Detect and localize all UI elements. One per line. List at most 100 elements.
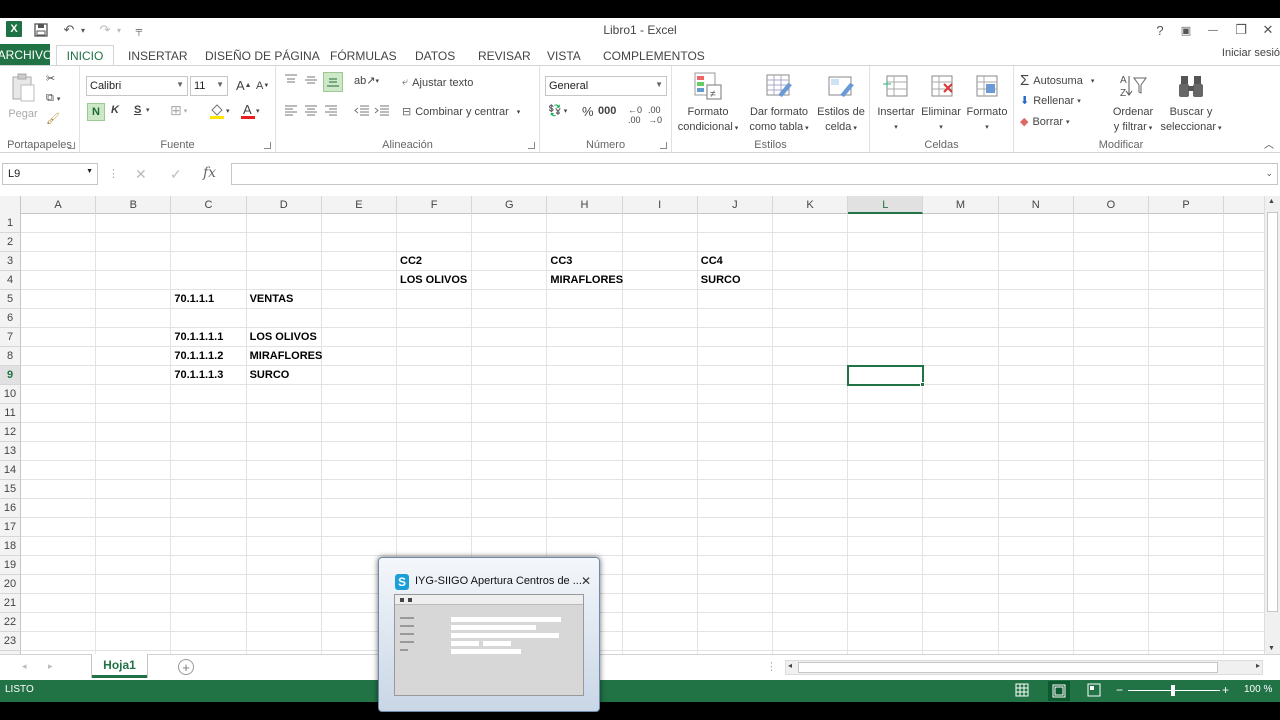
column-header-d[interactable]: D: [247, 196, 322, 214]
align-left-icon[interactable]: [284, 104, 298, 116]
clipboard-launcher-icon[interactable]: [68, 142, 75, 149]
insert-cells-button[interactable]: Insertar ▾: [874, 68, 918, 135]
column-header-n[interactable]: N: [999, 196, 1074, 214]
confirm-entry-icon[interactable]: ✓: [170, 166, 182, 183]
maximize-icon[interactable]: ❐: [1230, 20, 1252, 40]
row-header-16[interactable]: 16: [0, 499, 21, 518]
column-header-c[interactable]: C: [171, 196, 247, 214]
row-header-8[interactable]: 8: [0, 347, 21, 366]
tab-revisar[interactable]: REVISAR: [474, 45, 535, 66]
decrease-indent-icon[interactable]: [354, 104, 370, 116]
next-sheet-icon[interactable]: ▸: [48, 661, 53, 672]
new-sheet-icon[interactable]: +: [178, 659, 194, 675]
tab-inicio[interactable]: INICIO: [56, 45, 114, 66]
fill-button[interactable]: ⬇ Rellenar ▾: [1020, 94, 1081, 108]
number-format-select[interactable]: General ▼: [545, 76, 667, 96]
tab-insertar[interactable]: INSERTAR: [124, 45, 192, 66]
format-as-table-button[interactable]: Dar formato como tabla ▾: [746, 68, 812, 136]
format-cells-button[interactable]: Formato ▾: [964, 68, 1010, 135]
cell-c7[interactable]: 70.1.1.1.1: [171, 328, 223, 346]
tab-datos[interactable]: DATOS: [411, 45, 459, 66]
row-header-1[interactable]: 1: [0, 214, 21, 233]
select-all-corner[interactable]: [0, 196, 21, 214]
page-break-preview-icon[interactable]: [1087, 683, 1101, 697]
cancel-entry-icon[interactable]: ✕: [135, 166, 147, 183]
collapse-ribbon-icon[interactable]: ︿: [1264, 136, 1274, 151]
cell-d5[interactable]: VENTAS: [247, 290, 294, 308]
zoom-slider-thumb[interactable]: [1171, 685, 1175, 696]
column-header-h[interactable]: H: [547, 196, 623, 214]
name-box[interactable]: L9 ▼: [2, 163, 98, 185]
find-select-button[interactable]: Buscar y seleccionar ▾: [1158, 68, 1224, 136]
clear-button[interactable]: ◆ Borrar ▾: [1020, 115, 1070, 129]
number-launcher-icon[interactable]: [660, 142, 667, 149]
row-header-2[interactable]: 2: [0, 233, 21, 252]
font-name-select[interactable]: Calibri ▼: [86, 76, 188, 96]
paste-button[interactable]: Pegar: [4, 70, 42, 122]
column-header-l[interactable]: L: [848, 196, 924, 214]
row-header-13[interactable]: 13: [0, 442, 21, 461]
decrease-decimal-icon[interactable]: .00 →0: [648, 105, 662, 125]
borders-icon[interactable]: ⊞ ▾: [170, 102, 187, 119]
scroll-left-icon[interactable]: ◂: [788, 661, 792, 670]
row-header-18[interactable]: 18: [0, 537, 21, 556]
tab-complementos[interactable]: COMPLEMENTOS: [599, 45, 709, 66]
row-header-19[interactable]: 19: [0, 556, 21, 575]
align-right-icon[interactable]: [324, 104, 338, 116]
merge-center-button[interactable]: ⊟ Combinar y centrar ▾: [402, 105, 520, 119]
close-preview-icon[interactable]: ✕: [581, 574, 591, 588]
tab-vista[interactable]: VISTA: [543, 45, 585, 66]
alignment-launcher-icon[interactable]: [528, 142, 535, 149]
column-header-b[interactable]: B: [96, 196, 172, 214]
column-header-partial[interactable]: [1224, 196, 1264, 214]
row-header-4[interactable]: 4: [0, 271, 21, 290]
sign-in-link[interactable]: Iniciar sesió: [1222, 47, 1280, 59]
sort-filter-button[interactable]: AZ Ordenar y filtrar ▾: [1108, 68, 1158, 136]
zoom-level[interactable]: 100 %: [1244, 684, 1272, 695]
orientation-icon[interactable]: ab↗ ▾: [354, 74, 379, 87]
row-header-21[interactable]: 21: [0, 594, 21, 613]
comma-style-icon[interactable]: 000: [598, 105, 616, 117]
font-size-select[interactable]: 11 ▼: [190, 76, 228, 96]
taskbar-window-preview[interactable]: S IYG-SIIGO Apertura Centros de ... ✕: [378, 557, 600, 712]
column-header-a[interactable]: A: [21, 196, 97, 214]
sheet-tab-hoja1[interactable]: Hoja1: [92, 654, 147, 678]
active-cell[interactable]: [847, 365, 925, 386]
cell-d7[interactable]: LOS OLIVOS: [247, 328, 317, 346]
bold-button[interactable]: N: [87, 103, 105, 121]
row-header-22[interactable]: 22: [0, 613, 21, 632]
underline-dropdown-icon[interactable]: ▾: [146, 106, 150, 114]
fill-handle[interactable]: [920, 382, 926, 387]
zoom-out-icon[interactable]: −: [1116, 683, 1123, 697]
cell-c5[interactable]: 70.1.1.1: [171, 290, 214, 308]
shrink-font-icon[interactable]: A ▼: [256, 80, 269, 92]
conditional-format-button[interactable]: ≠ Formato condicional ▾: [676, 68, 740, 136]
formula-input[interactable]: ⌄: [231, 163, 1278, 185]
tab-split-handle[interactable]: ⋮: [766, 660, 777, 673]
wrap-text-button[interactable]: ⤶ Ajustar texto: [402, 76, 473, 89]
ribbon-display-icon[interactable]: ▣: [1175, 20, 1197, 40]
row-header-3[interactable]: 3: [0, 252, 21, 271]
row-header-5[interactable]: 5: [0, 290, 21, 309]
column-header-k[interactable]: K: [773, 196, 849, 214]
normal-view-icon[interactable]: [1015, 683, 1029, 697]
font-launcher-icon[interactable]: [264, 142, 271, 149]
cell-styles-button[interactable]: Estilos de celda ▾: [814, 68, 868, 136]
column-header-j[interactable]: J: [698, 196, 773, 214]
accounting-format-icon[interactable]: 💱 ▾: [548, 104, 567, 117]
cell-h3[interactable]: CC3: [547, 252, 572, 270]
minimize-icon[interactable]: —: [1202, 20, 1224, 40]
column-header-p[interactable]: P: [1149, 196, 1225, 214]
cut-icon[interactable]: ✂: [46, 72, 55, 85]
autosum-button[interactable]: Σ Autosuma ▾: [1020, 72, 1094, 89]
row-header-12[interactable]: 12: [0, 423, 21, 442]
tab-archivo[interactable]: ARCHIVO: [0, 44, 52, 66]
tab-diseno-de-pagina[interactable]: DISEÑO DE PÁGINA: [201, 45, 324, 66]
cell-h4[interactable]: MIRAFLORES: [547, 271, 623, 289]
align-top-icon[interactable]: [284, 74, 298, 86]
cell-c8[interactable]: 70.1.1.1.2: [171, 347, 223, 365]
page-layout-icon[interactable]: [1048, 681, 1070, 701]
fill-color-icon[interactable]: ▾: [208, 102, 230, 120]
column-header-i[interactable]: I: [623, 196, 698, 214]
close-icon[interactable]: ✕: [1257, 20, 1279, 40]
